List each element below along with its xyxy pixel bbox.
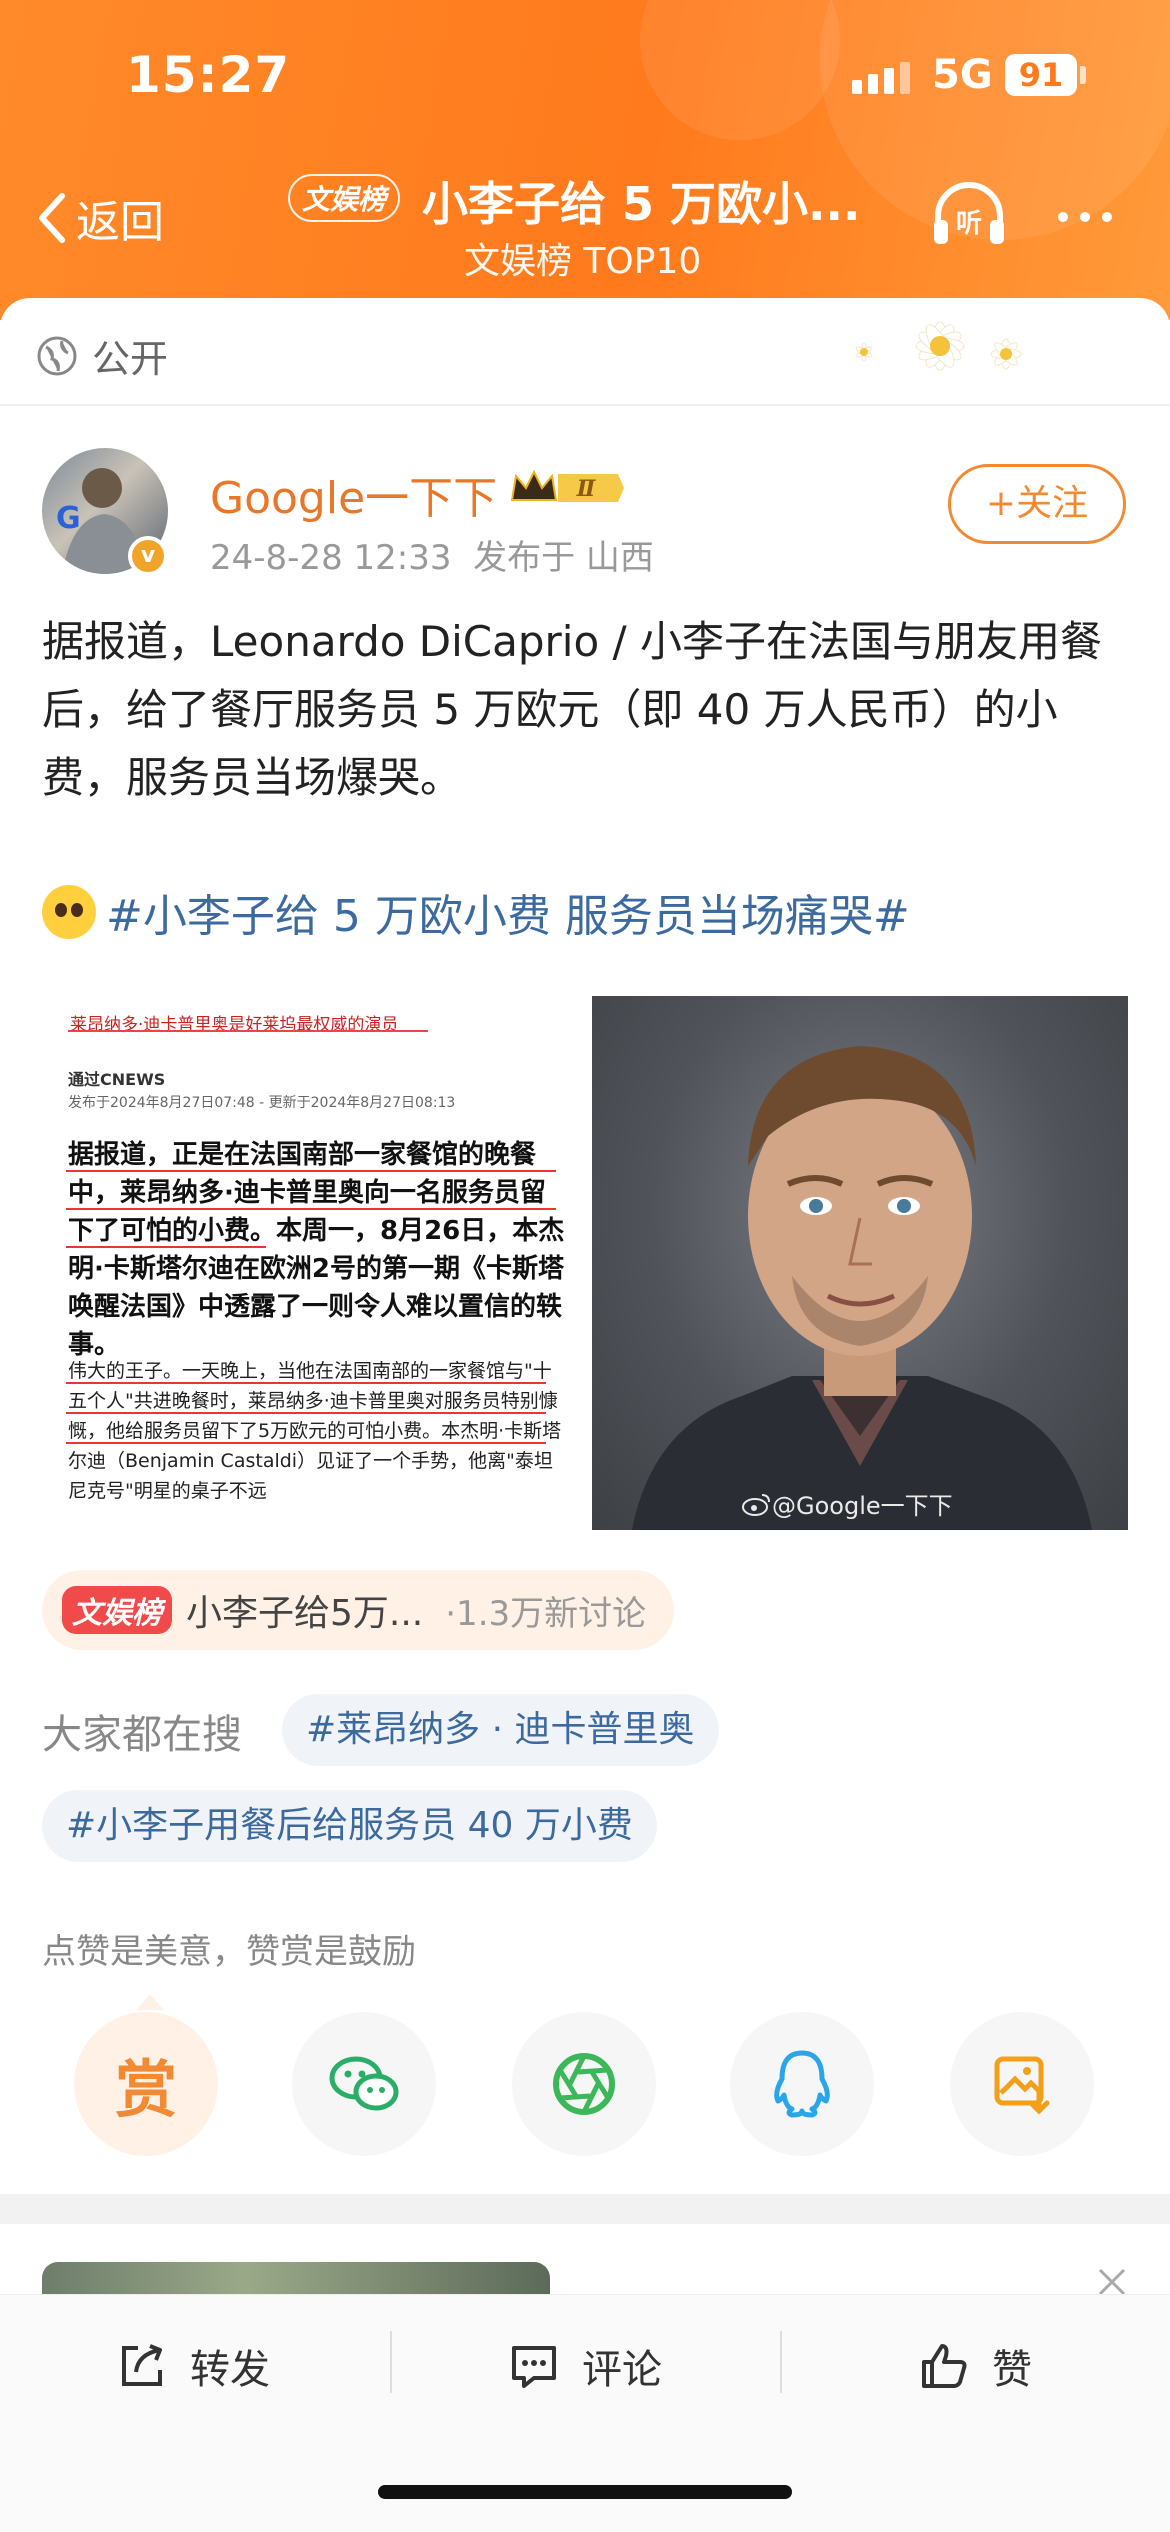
reward-pointer bbox=[136, 1994, 164, 2010]
post-timestamp: 24-8-28 12:33 bbox=[210, 538, 452, 578]
image-watermark: @Google一下下 bbox=[742, 1486, 953, 1521]
page-subtitle: 文娱榜 TOP10 bbox=[464, 241, 702, 282]
bar-separator bbox=[390, 2331, 392, 2393]
underline-mark bbox=[66, 1208, 556, 1210]
underline-mark bbox=[66, 1170, 556, 1172]
bottom-action-bar: 转发 评论 赞 bbox=[0, 2294, 1170, 2532]
repost-icon bbox=[122, 2344, 162, 2386]
visibility-label: 公开 bbox=[36, 328, 168, 383]
crown-level-icon: Ⅱ bbox=[510, 469, 624, 502]
save-image-button[interactable] bbox=[950, 2012, 1094, 2156]
comment-button[interactable]: 评论 bbox=[508, 2337, 662, 2395]
network-type: 5G bbox=[932, 52, 993, 98]
comment-icon bbox=[512, 2346, 556, 2388]
topic-chip[interactable]: 文娱榜 小李子给5万... ·1.3万新讨论 bbox=[42, 1570, 675, 1650]
post-image-news[interactable]: 莱昂纳多·迪卡普里奥是好莱坞最权威的演员 通过CNEWS 发布于2024年8月2… bbox=[42, 996, 582, 1530]
username[interactable]: Google一下下 bbox=[210, 462, 497, 526]
news-source: 通过CNEWS bbox=[68, 1070, 166, 1089]
portrait-illustration bbox=[632, 1046, 1092, 1530]
reward-button[interactable]: 赏 bbox=[74, 2012, 218, 2156]
bar-separator bbox=[780, 2331, 782, 2393]
status-time: 15:27 bbox=[126, 46, 291, 104]
post-image-portrait[interactable]: @Google一下下 bbox=[592, 996, 1128, 1530]
underline-mark bbox=[66, 1382, 546, 1384]
home-indicator bbox=[378, 2485, 792, 2499]
back-button[interactable]: 返回 bbox=[34, 186, 164, 250]
topic-count: ·1.3万新讨论 bbox=[445, 1593, 647, 1634]
visibility-text: 公开 bbox=[92, 337, 169, 381]
share-wechat-button[interactable] bbox=[292, 2012, 436, 2156]
underline-mark bbox=[66, 1442, 546, 1444]
battery-icon: 91 bbox=[1005, 54, 1077, 96]
reward-label: 赏 bbox=[114, 2053, 177, 2126]
wechat-icon bbox=[329, 2056, 399, 2111]
post-meta: 24-8-28 12:33 发布于 山西 bbox=[210, 530, 654, 579]
like-button[interactable]: 赞 bbox=[918, 2337, 1032, 2395]
repost-label: 转发 bbox=[190, 2347, 270, 2393]
moments-icon bbox=[553, 2053, 615, 2115]
news-rule bbox=[68, 1030, 428, 1032]
comment-label: 评论 bbox=[582, 2347, 662, 2393]
hashtag-text: #小李子给 5 万欧小费 服务员当场痛哭# bbox=[106, 891, 910, 942]
svg-text:G: G bbox=[56, 501, 81, 536]
verified-badge: v bbox=[128, 536, 168, 576]
search-chip[interactable]: #小李子用餐后给服务员 40 万小费 bbox=[42, 1790, 657, 1862]
share-moments-button[interactable] bbox=[512, 2012, 656, 2156]
status-bar: 15:27 5G 91 bbox=[0, 0, 1170, 150]
watermark-text: @Google一下下 bbox=[772, 1492, 953, 1520]
hashtag-link[interactable]: #小李子给 5 万欧小费 服务员当场痛哭# bbox=[42, 880, 910, 944]
searches-label: 大家都在搜 bbox=[42, 1712, 242, 1758]
search-chip[interactable]: #莱昂纳多 · 迪卡普里奥 bbox=[282, 1694, 719, 1766]
share-qq-button[interactable] bbox=[730, 2012, 874, 2156]
topic-tag-pill: 文娱榜 bbox=[288, 174, 401, 222]
news-paragraph-2: 伟大的王子。一天晚上，当他在法国南部的一家餐馆与"十五个人"共进晚餐时，莱昂纳多… bbox=[68, 1360, 562, 1502]
reward-note: 点赞是美意，赞赏是鼓励 bbox=[42, 1932, 416, 1972]
section-divider bbox=[0, 2194, 1170, 2224]
svg-text:听: 听 bbox=[956, 209, 982, 239]
underline-mark bbox=[66, 1412, 546, 1414]
weibo-logo-icon bbox=[742, 1493, 770, 1516]
save-image-icon bbox=[994, 2056, 1050, 2115]
post-text: 据报道，Leonardo DiCaprio / 小李子在法国与朋友用餐后，给了餐… bbox=[42, 617, 1103, 802]
globe-icon bbox=[37, 336, 77, 375]
pleading-face-icon bbox=[42, 885, 96, 939]
headphones-icon: 听 bbox=[934, 182, 1004, 244]
battery-tip bbox=[1080, 66, 1086, 84]
signal-icon bbox=[852, 62, 910, 94]
qq-icon bbox=[774, 2050, 830, 2118]
back-label: 返回 bbox=[76, 197, 164, 248]
listen-button[interactable]: 听 bbox=[930, 180, 1008, 254]
news-date: 发布于2024年8月27日07:48 - 更新于2024年8月27日08:13 bbox=[68, 1095, 456, 1111]
underline-mark bbox=[66, 1246, 266, 1248]
level-badge-text: Ⅱ bbox=[576, 476, 597, 502]
follow-button[interactable]: +关注 bbox=[948, 464, 1126, 544]
topic-tag: 文娱榜 bbox=[62, 1586, 172, 1634]
repost-button[interactable]: 转发 bbox=[116, 2337, 270, 2395]
topic-text: 小李子给5万... bbox=[186, 1593, 424, 1634]
post-location: 发布于 山西 bbox=[473, 538, 654, 578]
chevron-left-icon bbox=[39, 193, 65, 243]
more-icon[interactable] bbox=[1058, 212, 1112, 222]
page-title: 小李子给 5 万欧小... bbox=[422, 177, 861, 231]
daisy-decoration-icon bbox=[855, 321, 1022, 371]
thumbs-up-icon bbox=[922, 2344, 967, 2388]
like-label: 赞 bbox=[992, 2347, 1032, 2393]
